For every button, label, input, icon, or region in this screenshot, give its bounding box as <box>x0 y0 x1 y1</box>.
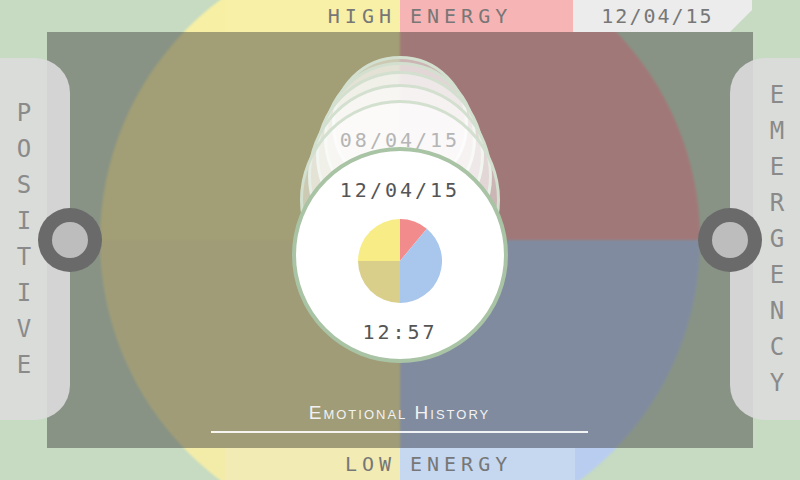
pie-segment <box>358 261 400 303</box>
low-label: LOW <box>225 448 400 480</box>
high-label: HIGH <box>225 0 400 32</box>
pie-segment <box>400 229 442 303</box>
positive-knob[interactable] <box>38 208 102 272</box>
emotion-pie <box>358 219 442 303</box>
energy-label: ENERGY <box>400 0 573 32</box>
positive-panel[interactable]: POSITIVE <box>0 58 70 420</box>
energy-label: ENERGY <box>400 448 575 480</box>
section-title: Emotional History <box>211 400 588 433</box>
current-entry[interactable]: 12/04/15 12:57 <box>292 147 508 363</box>
date-display: 12/04/15 <box>573 0 752 32</box>
pie-segment <box>358 219 400 261</box>
emergency-knob[interactable] <box>698 208 762 272</box>
emergency-panel[interactable]: EMERGENCY <box>730 58 800 420</box>
bottom-bar: LOW ENERGY <box>0 448 800 480</box>
screen: HIGH ENERGY 12/04/15 POSITIVE EMERGENCY … <box>0 0 800 480</box>
top-bar: HIGH ENERGY 12/04/15 <box>0 0 800 32</box>
